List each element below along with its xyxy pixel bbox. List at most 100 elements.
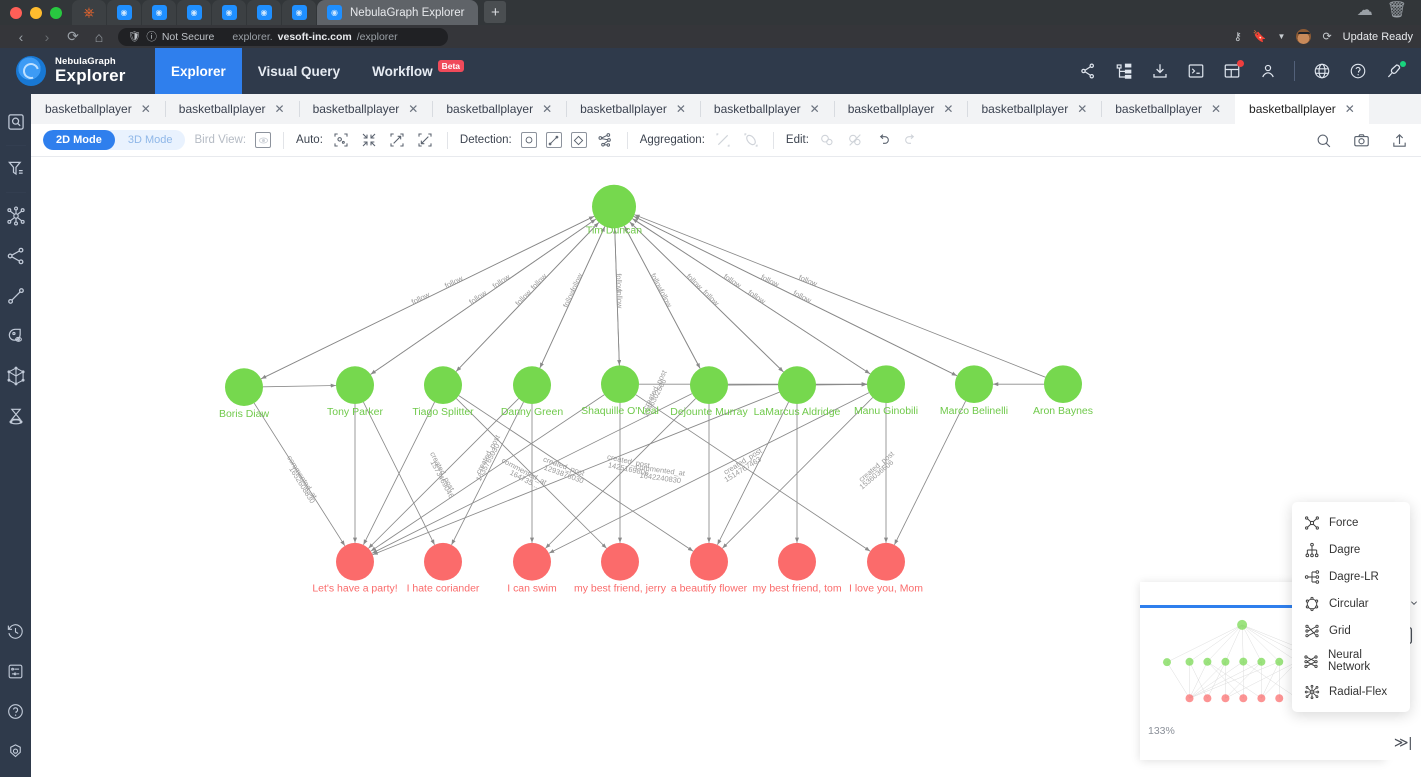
nav-item-explorer[interactable]: Explorer bbox=[155, 48, 242, 94]
maximize-window-button[interactable] bbox=[50, 7, 62, 19]
trash-icon[interactable]: 🗑 bbox=[1387, 0, 1407, 20]
nav-item-workflow[interactable]: Workflow Beta bbox=[356, 48, 480, 94]
tree-structure-icon[interactable] bbox=[1114, 62, 1133, 81]
view-mode-switch[interactable]: 2D Mode 3D Mode bbox=[43, 130, 186, 150]
log-list-icon[interactable] bbox=[5, 660, 27, 682]
close-window-button[interactable] bbox=[10, 7, 22, 19]
browser-tab[interactable]: ◉ bbox=[177, 0, 211, 25]
reload-button[interactable]: ⟳ bbox=[60, 28, 86, 45]
space-tab-active[interactable]: basketballplayer ✕ bbox=[1235, 94, 1369, 124]
space-tab[interactable]: basketballplayer ✕ bbox=[432, 94, 566, 124]
graph-schema-icon[interactable] bbox=[1078, 62, 1097, 81]
graph-node-post[interactable] bbox=[424, 542, 462, 581]
graph-edge[interactable] bbox=[634, 214, 1046, 378]
layout-option-radial-flex[interactable]: Radial-Flex bbox=[1292, 678, 1410, 705]
graph-node-post[interactable] bbox=[601, 542, 639, 581]
node-style-icon[interactable] bbox=[5, 325, 27, 347]
close-icon[interactable]: ✕ bbox=[1077, 102, 1087, 116]
auto-collapse-icon[interactable] bbox=[360, 131, 379, 150]
graph-node-player[interactable] bbox=[424, 366, 462, 405]
space-tab[interactable]: basketballplayer ✕ bbox=[164, 94, 299, 124]
close-icon[interactable]: ✕ bbox=[542, 102, 552, 116]
dashboard-icon[interactable] bbox=[1222, 59, 1244, 81]
graph-node-post[interactable] bbox=[778, 542, 816, 581]
close-icon[interactable]: ✕ bbox=[1211, 102, 1221, 116]
browser-tab-active[interactable]: ◉ NebulaGraph Explorer bbox=[317, 0, 479, 25]
auto-select-icon[interactable] bbox=[332, 131, 351, 150]
mode-3d-button[interactable]: 3D Mode bbox=[115, 130, 186, 150]
new-tab-button[interactable]: + bbox=[484, 1, 507, 23]
browser-tab[interactable]: ◉ bbox=[212, 0, 246, 25]
bookmark-icon[interactable]: 🔖 bbox=[1253, 30, 1267, 43]
space-tab-strip[interactable]: basketballplayer ✕ basketballplayer ✕ bask… bbox=[31, 94, 1421, 124]
browser-tab-strip[interactable]: ⎈ ◉ ◉ ◉ ◉ ◉ ◉ ◉ NebulaGraph Explorer + bbox=[72, 0, 507, 25]
graph-node-player[interactable] bbox=[225, 368, 263, 406]
update-refresh-icon[interactable]: ⟳ bbox=[1322, 30, 1331, 43]
close-icon[interactable]: ✕ bbox=[1345, 102, 1355, 116]
users-icon[interactable] bbox=[1258, 62, 1277, 81]
close-icon[interactable]: ✕ bbox=[943, 102, 953, 116]
layout-option-force[interactable]: Force bbox=[1292, 509, 1410, 536]
graph-edge[interactable] bbox=[894, 400, 966, 546]
auto-expand-out-icon[interactable] bbox=[388, 131, 407, 150]
layout-option-grid[interactable]: Grid bbox=[1292, 617, 1410, 644]
browser-tab[interactable]: ⎈ bbox=[72, 0, 106, 25]
space-tab[interactable]: basketballplayer ✕ bbox=[1101, 94, 1235, 124]
search-icon[interactable] bbox=[1314, 131, 1333, 150]
browser-tab[interactable]: ◉ bbox=[247, 0, 281, 25]
browser-tab[interactable]: ◉ bbox=[107, 0, 141, 25]
password-key-icon[interactable]: ⚷ bbox=[1234, 30, 1242, 43]
space-tab[interactable]: basketballplayer ✕ bbox=[967, 94, 1101, 124]
graph-node-post[interactable] bbox=[513, 542, 551, 581]
share-nodes-icon[interactable] bbox=[5, 245, 27, 267]
camera-snapshot-icon[interactable] bbox=[1352, 131, 1371, 150]
layout-dropdown-menu[interactable]: Force Dagre Dagre-LR Circular Grid Neura… bbox=[1292, 502, 1410, 712]
export-upload-icon[interactable] bbox=[1390, 131, 1409, 150]
main-nav[interactable]: Explorer Visual Query Workflow Beta bbox=[155, 48, 480, 94]
cloud-icon[interactable]: ☁ bbox=[1357, 0, 1373, 20]
edge-detect-icon[interactable] bbox=[545, 132, 562, 148]
close-icon[interactable]: ✕ bbox=[141, 102, 151, 116]
graph-edge[interactable] bbox=[262, 383, 337, 388]
back-button[interactable]: ‹ bbox=[8, 29, 34, 45]
graph-node-player[interactable] bbox=[690, 366, 728, 405]
help-circle-icon[interactable] bbox=[1348, 62, 1367, 81]
console-icon[interactable] bbox=[1186, 62, 1205, 81]
history-clock-icon[interactable] bbox=[5, 620, 27, 642]
graph-canvas[interactable]: follow follow follow follow follow follow foll… bbox=[31, 157, 1421, 777]
eye-icon[interactable] bbox=[255, 132, 272, 148]
node-detect-icon[interactable] bbox=[520, 132, 537, 148]
forward-button[interactable]: › bbox=[34, 29, 60, 45]
window-controls[interactable] bbox=[0, 7, 72, 25]
mode-2d-button[interactable]: 2D Mode bbox=[43, 130, 115, 150]
cube-3d-icon[interactable] bbox=[5, 365, 27, 387]
path-line-icon[interactable] bbox=[5, 285, 27, 307]
edit-unlink-icon[interactable] bbox=[846, 131, 865, 150]
help-circle-icon[interactable] bbox=[5, 700, 27, 722]
browser-tab[interactable]: ◉ bbox=[142, 0, 176, 25]
import-icon[interactable] bbox=[1150, 62, 1169, 81]
space-tab[interactable]: basketballplayer ✕ bbox=[833, 94, 968, 124]
layout-option-neural-network[interactable]: Neural Network bbox=[1292, 644, 1410, 678]
graph-node-post[interactable] bbox=[690, 542, 728, 581]
graph-node-player[interactable] bbox=[601, 365, 639, 404]
space-tab[interactable]: basketballplayer ✕ bbox=[566, 94, 700, 124]
edit-link-icon[interactable] bbox=[818, 131, 837, 150]
graph-node-post[interactable] bbox=[867, 542, 905, 581]
close-icon[interactable]: ✕ bbox=[676, 102, 686, 116]
brand-logo-area[interactable]: NebulaGraph Explorer bbox=[0, 56, 155, 86]
filter-icon[interactable] bbox=[5, 158, 27, 180]
nav-item-visual-query[interactable]: Visual Query bbox=[242, 48, 356, 94]
aggregate-edge-icon[interactable] bbox=[714, 131, 733, 150]
close-icon[interactable]: ✕ bbox=[275, 102, 285, 116]
info-circle-icon[interactable]: ⓘ bbox=[146, 29, 157, 44]
graph-node-player[interactable] bbox=[867, 365, 905, 404]
connection-status-icon[interactable] bbox=[1384, 60, 1406, 81]
layout-option-dagre-lr[interactable]: Dagre-LR bbox=[1292, 563, 1410, 590]
collapse-panel-button[interactable]: ≫| bbox=[1385, 724, 1421, 760]
layout-option-dagre[interactable]: Dagre bbox=[1292, 536, 1410, 563]
close-icon[interactable]: ✕ bbox=[408, 102, 418, 116]
expand-graph-icon[interactable] bbox=[5, 205, 27, 227]
language-globe-icon[interactable] bbox=[1312, 62, 1331, 81]
graph-node-player[interactable] bbox=[592, 184, 636, 229]
